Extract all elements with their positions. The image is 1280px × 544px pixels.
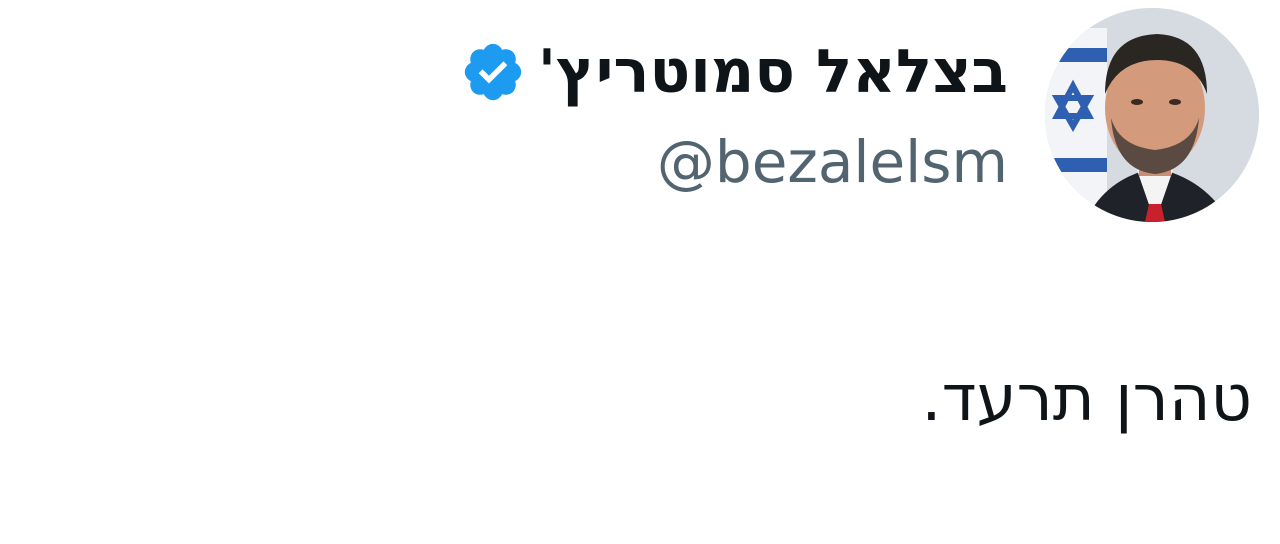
tweet-text: טהרן תרעד. — [921, 362, 1252, 436]
author-display-name: בצלאל סמוטריץ' — [537, 37, 1008, 107]
author-name-row[interactable]: בצלאל סמוטריץ' — [460, 30, 1008, 114]
tweet-card: בצלאל סמוטריץ' @bezalelsm טהרן תרעד. — [0, 0, 1280, 544]
avatar-photo — [1045, 8, 1259, 222]
author-handle[interactable]: @bezalelsm — [657, 122, 1008, 202]
avatar[interactable] — [1045, 8, 1259, 222]
verified-badge-icon — [464, 43, 521, 101]
